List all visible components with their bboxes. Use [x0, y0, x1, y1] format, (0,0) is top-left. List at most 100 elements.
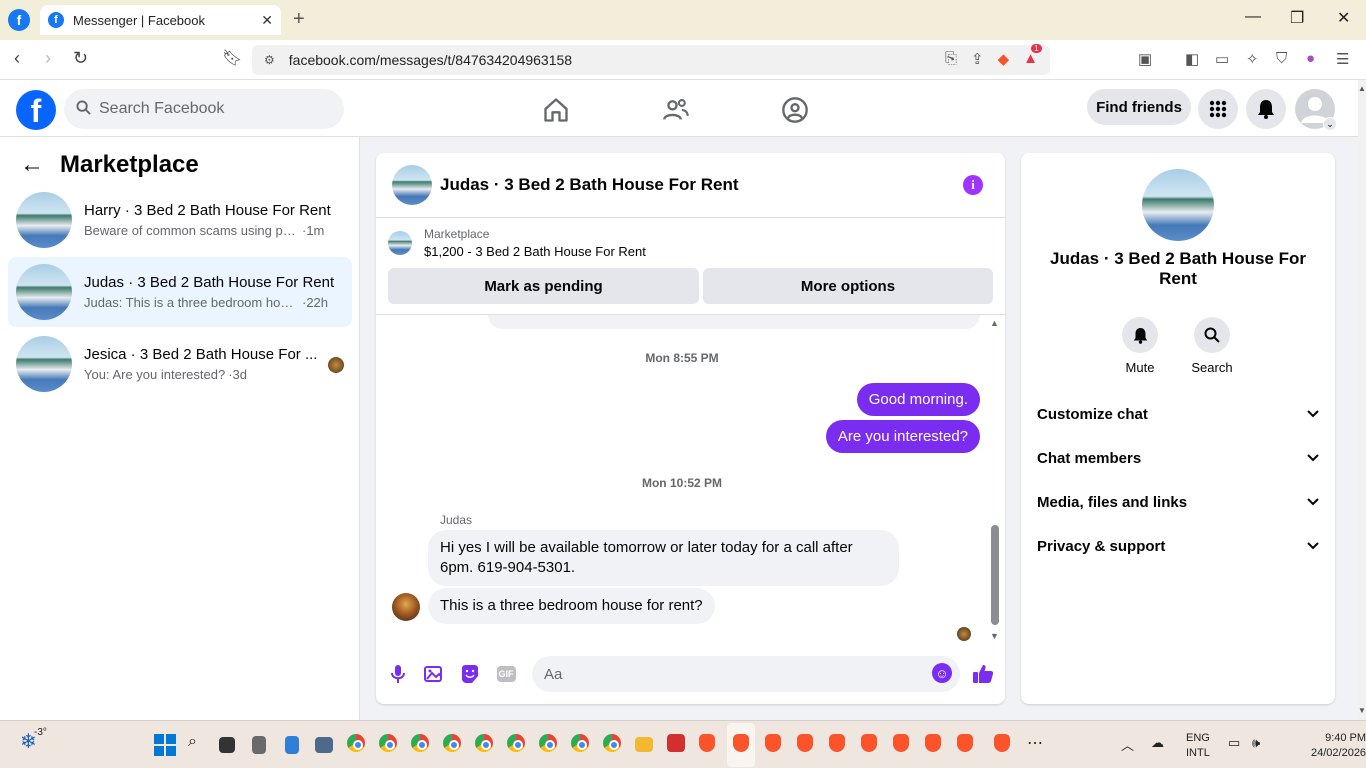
brave-icon[interactable] [733, 734, 749, 752]
brave-icon[interactable] [957, 734, 973, 752]
friends-icon[interactable] [662, 96, 690, 124]
site-info-icon[interactable]: ⚙ [264, 53, 275, 67]
thumbs-up-icon[interactable] [972, 663, 994, 685]
home-icon[interactable] [542, 96, 570, 124]
chrome-icon[interactable] [603, 734, 621, 752]
privacy-support-section[interactable]: Privacy & support [1037, 532, 1319, 560]
menu-icon[interactable]: ☰ [1336, 50, 1349, 68]
reader-mode-icon[interactable]: ▣ [1138, 50, 1152, 68]
chrome-icon[interactable] [539, 734, 557, 752]
chrome-icon[interactable] [379, 734, 397, 752]
window-close-icon[interactable]: ✕ [1337, 8, 1350, 28]
task-view-icon[interactable] [219, 737, 235, 753]
chrome-icon[interactable] [571, 734, 589, 752]
brave-icon[interactable] [893, 734, 909, 752]
chat-listing-thumbnail[interactable] [392, 165, 432, 205]
new-tab-icon[interactable]: + [293, 8, 305, 31]
search-conversation-button[interactable]: Search [1182, 317, 1242, 375]
brave-icon[interactable] [797, 734, 813, 752]
contact-avatar[interactable] [1142, 169, 1214, 241]
volume-icon[interactable]: 🕪︎ [1252, 735, 1260, 751]
facebook-sidebar-icon[interactable]: f [8, 9, 30, 31]
chat-title[interactable]: Judas · 3 Bed 2 Bath House For Rent [440, 175, 739, 195]
facebook-logo-icon[interactable]: f [16, 90, 56, 130]
vivaldi-icon[interactable] [667, 734, 685, 752]
taskbar-search-icon[interactable]: ⌕ [188, 733, 197, 751]
page-scroll-down-icon[interactable]: ▼ [1358, 706, 1366, 715]
gif-icon[interactable]: GIF [495, 663, 517, 685]
wallet-icon[interactable]: ▭ [1215, 50, 1229, 68]
microphone-icon[interactable] [387, 663, 409, 685]
maximize-icon[interactable]: ❐ [1290, 8, 1304, 28]
overflow-more-icon[interactable]: ⋯ [1027, 733, 1043, 753]
sticker-icon[interactable] [459, 663, 481, 685]
incoming-message[interactable]: Hi yes I will be available tomorrow or l… [428, 530, 899, 586]
more-options-button[interactable]: More options [703, 268, 993, 304]
back-icon[interactable]: ‹ [14, 48, 20, 69]
system-clock[interactable]: 9:40 PM 24/02/2026 [1311, 731, 1366, 761]
page-scroll-up-icon[interactable]: ▲ [1358, 84, 1366, 93]
chrome-icon[interactable] [507, 734, 525, 752]
notepad-icon[interactable] [285, 736, 299, 754]
chrome-icon[interactable] [347, 734, 365, 752]
brave-icon[interactable] [765, 734, 781, 752]
calculator-icon[interactable] [252, 736, 266, 754]
language-indicator[interactable]: ENG INTL [1186, 731, 1210, 761]
cloud-offline-icon[interactable]: ☁ [1151, 735, 1164, 751]
brave-icon[interactable] [861, 734, 877, 752]
page-scrollbar[interactable]: ▲ ▼ [1358, 80, 1366, 720]
sender-avatar[interactable] [392, 593, 420, 621]
tab-close-icon[interactable]: ✕ [261, 12, 273, 29]
menu-grid-icon[interactable] [1198, 89, 1238, 129]
conversation-item-judas[interactable]: Judas · 3 Bed 2 Bath House For Rent Juda… [8, 257, 352, 327]
weather-widget[interactable]: ❄ -3° [20, 727, 47, 754]
media-files-links-section[interactable]: Media, files and links [1037, 488, 1319, 516]
emoji-icon[interactable]: ☺ [932, 663, 952, 683]
address-bar[interactable]: ⚙ facebook.com/messages/t/84763420496315… [252, 44, 1050, 75]
info-icon[interactable]: i [963, 175, 983, 195]
mark-as-pending-button[interactable]: Mark as pending [388, 268, 699, 304]
search-input[interactable]: Search Facebook [64, 89, 344, 129]
outgoing-message[interactable]: Good morning. [856, 383, 980, 416]
vpn-icon[interactable]: ⛉ [1276, 50, 1287, 67]
message-input[interactable]: Aa [532, 656, 960, 692]
marketplace-listing-row[interactable]: Marketplace $1,200 - 3 Bed 2 Bath House … [388, 227, 646, 259]
groups-icon[interactable] [781, 96, 809, 124]
sidebar-toggle-icon[interactable]: ◧ [1185, 50, 1199, 68]
chat-members-section[interactable]: Chat members [1037, 444, 1319, 472]
brave-icon[interactable] [829, 734, 845, 752]
forward-icon[interactable]: › [45, 48, 51, 69]
conversation-item-jesica[interactable]: Jesica · 3 Bed 2 Bath House For ... You:… [8, 329, 352, 399]
brave-shields-icon[interactable]: ◆ [998, 50, 1010, 68]
minimize-icon[interactable]: — [1245, 8, 1261, 26]
app-icon[interactable] [315, 737, 333, 753]
bookmark-icon[interactable]: 🔖︎ [222, 48, 242, 68]
account-avatar[interactable]: ⌄ [1295, 89, 1337, 131]
browser-tab-messenger[interactable]: f Messenger | Facebook ✕ [40, 5, 281, 35]
share-icon[interactable]: ⇪ [971, 50, 984, 68]
mute-button[interactable]: Mute [1110, 317, 1170, 375]
install-app-icon[interactable]: ⎘ [945, 50, 957, 68]
photo-icon[interactable] [423, 663, 445, 685]
conversation-item-harry[interactable]: Harry · 3 Bed 2 Bath House For Rent Bewa… [8, 185, 352, 255]
scroll-down-icon[interactable]: ▼ [990, 631, 999, 641]
chrome-icon[interactable] [411, 734, 429, 752]
brave-icon[interactable] [925, 734, 941, 752]
scroll-up-icon[interactable]: ▲ [990, 318, 999, 328]
network-icon[interactable]: ▭ [1228, 735, 1240, 751]
scrollbar-thumb[interactable] [991, 525, 999, 625]
leo-ai-icon[interactable]: ✧ [1246, 50, 1259, 68]
chrome-icon[interactable] [475, 734, 493, 752]
brave-icon[interactable] [994, 734, 1010, 752]
customize-chat-section[interactable]: Customize chat [1037, 400, 1319, 428]
brave-icon[interactable] [699, 734, 715, 752]
chevron-up-icon[interactable]: ︿ [1121, 735, 1134, 754]
back-arrow-icon[interactable]: ← [20, 151, 44, 179]
outgoing-message[interactable]: Are you interested? [825, 420, 980, 453]
chrome-icon[interactable] [443, 734, 461, 752]
reload-icon[interactable]: ↻ [73, 48, 88, 69]
find-friends-button[interactable]: Find friends [1087, 89, 1191, 125]
file-explorer-icon[interactable] [635, 737, 653, 752]
brave-rewards-icon[interactable]: ▲ 1 [1023, 44, 1042, 68]
start-button[interactable] [154, 734, 176, 756]
